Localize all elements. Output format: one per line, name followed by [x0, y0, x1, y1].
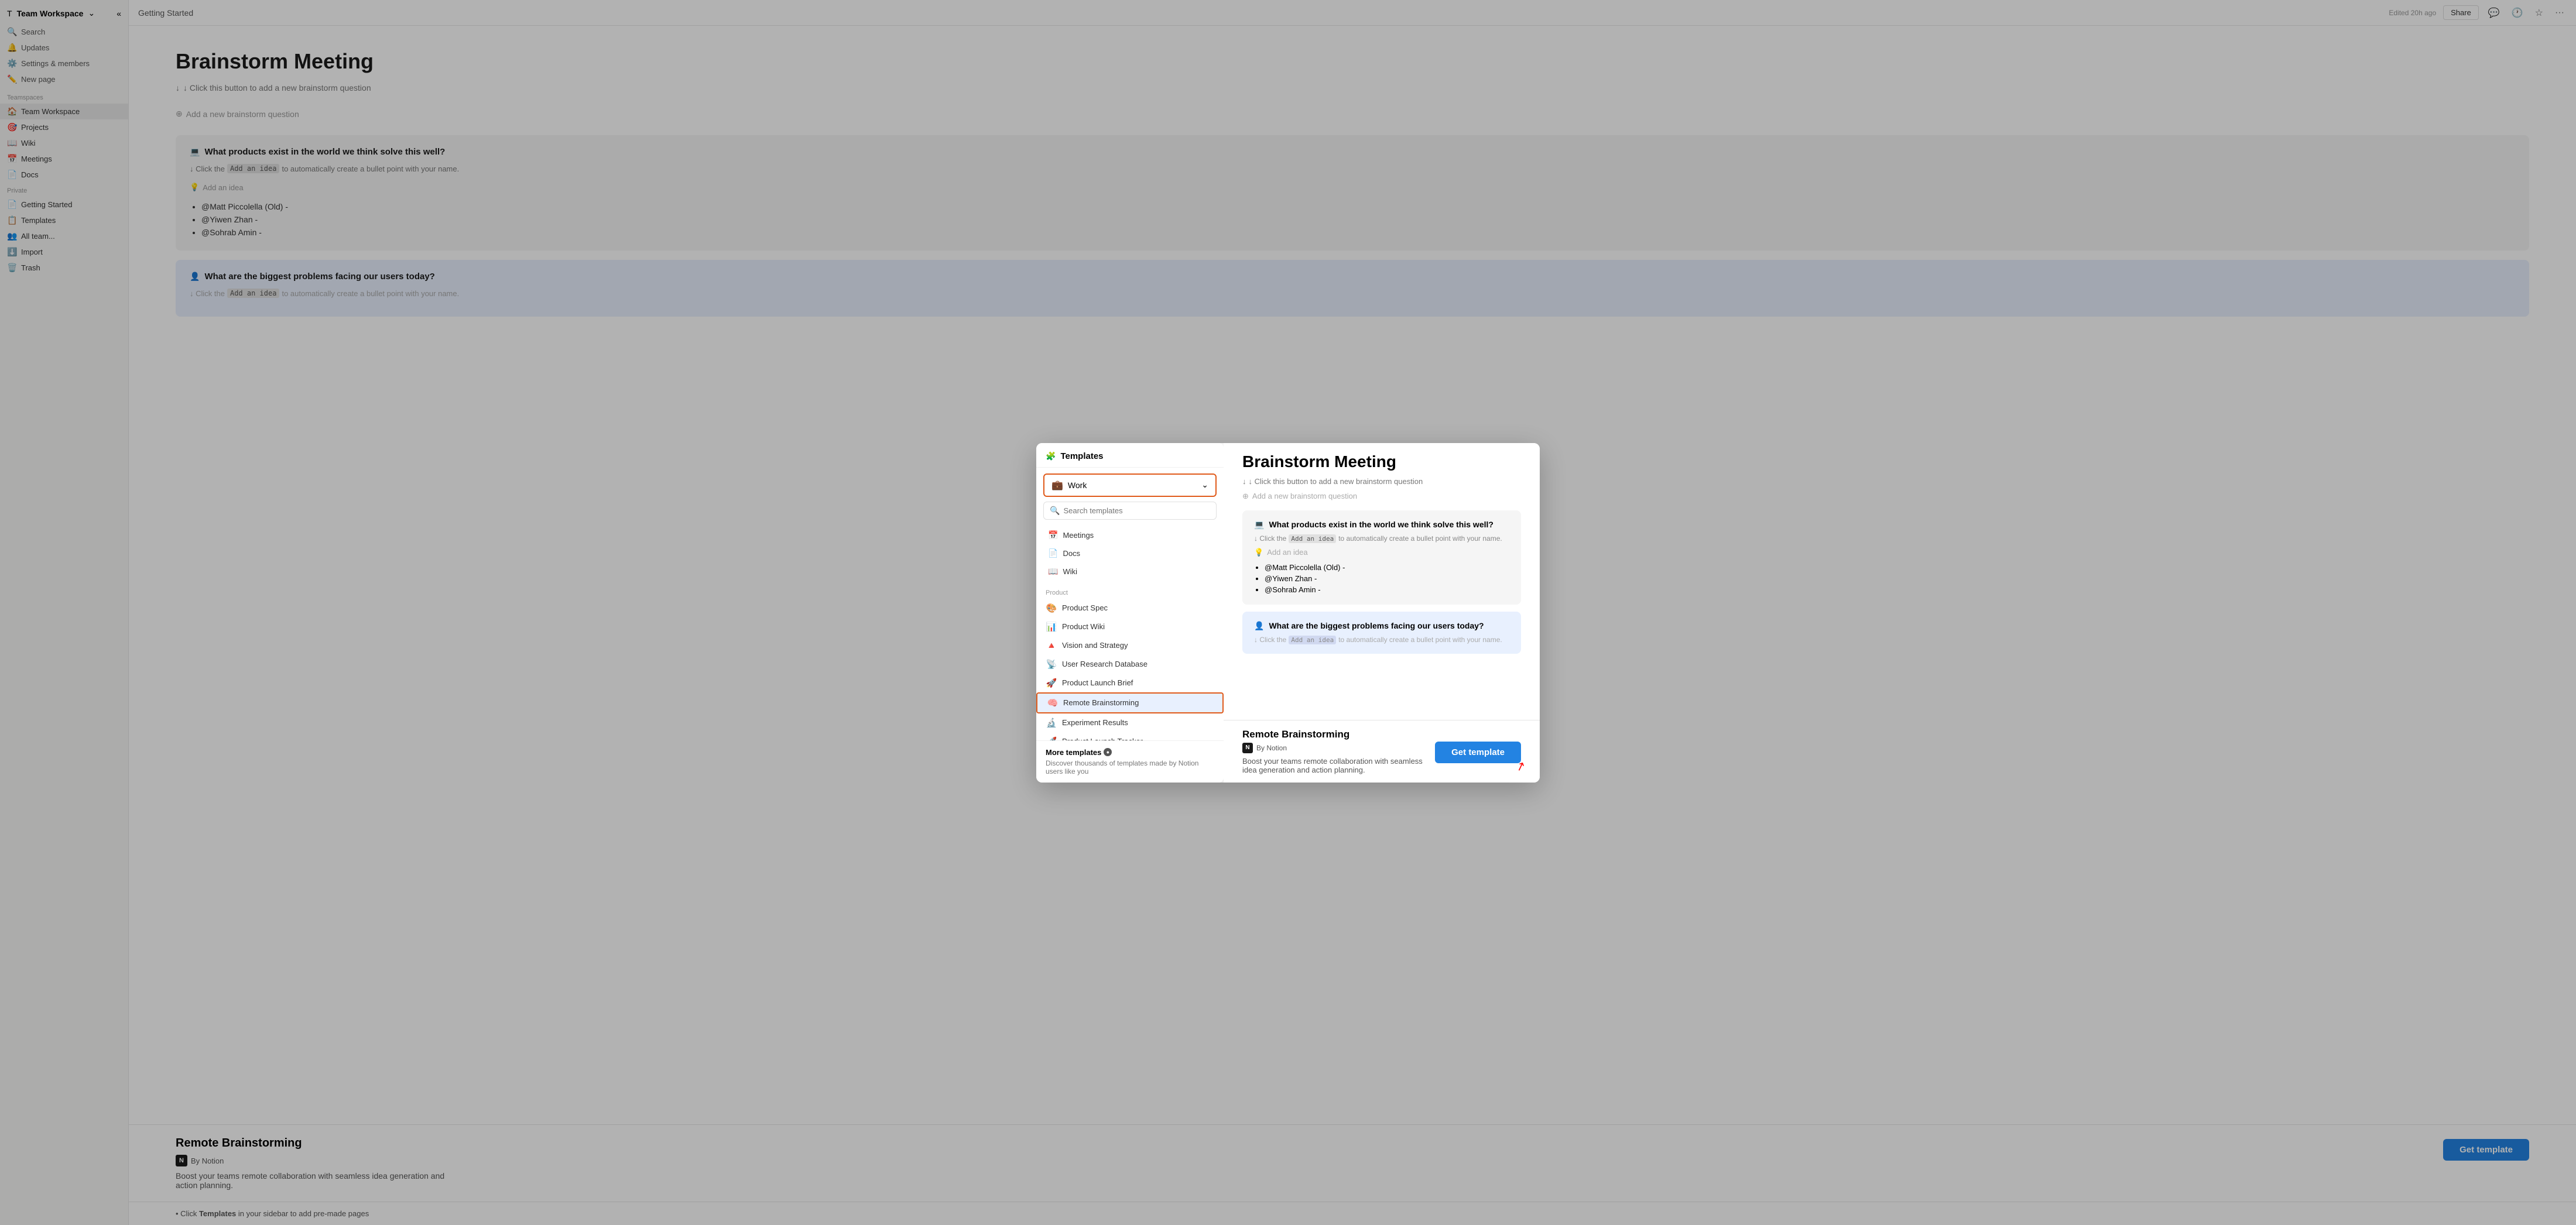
- template-item-user-research[interactable]: 📡 User Research Database: [1036, 655, 1224, 674]
- templates-panel: 🧩 Templates 💼 Work ⌄ 🔍 📅 Meeti: [1036, 443, 1224, 783]
- preview-template-name: Remote Brainstorming: [1242, 729, 1435, 740]
- preview-block-1-icon: 💻: [1254, 520, 1264, 530]
- more-templates-title: More templates ●: [1046, 748, 1214, 757]
- remote-brainstorming-icon: 🧠: [1047, 698, 1059, 708]
- search-bar: 🔍: [1043, 502, 1217, 520]
- template-item-remote-brainstorming[interactable]: 🧠 Remote Brainstorming: [1036, 692, 1224, 713]
- search-icon: 🔍: [1050, 506, 1060, 516]
- product-launch-brief-icon: 🚀: [1046, 678, 1057, 688]
- template-item-product-spec[interactable]: 🎨 Product Spec: [1036, 599, 1224, 617]
- preview-template-desc: Boost your teams remote collaboration wi…: [1242, 757, 1435, 774]
- preview-title: Brainstorm Meeting: [1242, 452, 1521, 471]
- templates-title-icon: 🧩: [1046, 451, 1056, 461]
- add-q-icon: ⊕: [1242, 492, 1249, 501]
- work-dropdown[interactable]: 💼 Work ⌄: [1043, 473, 1217, 497]
- preview-header: Brainstorm Meeting ↓ ↓ Click this button…: [1224, 443, 1540, 510]
- product-launch-tracker-icon: 🚀: [1046, 736, 1057, 740]
- preview-bulb-icon: 💡: [1254, 548, 1263, 557]
- template-item-product-wiki[interactable]: 📊 Product Wiki: [1036, 617, 1224, 636]
- templates-header: 🧩 Templates: [1036, 443, 1224, 468]
- product-spec-icon: 🎨: [1046, 603, 1057, 613]
- preview-hint-badge: Add an idea: [1289, 534, 1336, 543]
- get-template-button[interactable]: Get template: [1435, 742, 1521, 763]
- preview-bottom: Remote Brainstorming N By Notion Boost y…: [1224, 720, 1540, 783]
- docs-cat-icon: 📄: [1048, 548, 1058, 558]
- cursor-icon: ↗: [1513, 758, 1527, 775]
- preview-block-2: 👤 What are the biggest problems facing o…: [1242, 612, 1521, 654]
- template-item-vision-strategy[interactable]: 🔺 Vision and Strategy: [1036, 636, 1224, 655]
- preview-block-2-header: 👤 What are the biggest problems facing o…: [1254, 621, 1509, 631]
- more-templates-desc: Discover thousands of templates made by …: [1046, 759, 1214, 776]
- work-dropdown-left: 💼 Work: [1051, 479, 1087, 491]
- category-nav: 📅 Meetings 📄 Docs 📖 Wiki: [1036, 524, 1224, 585]
- list-item: @Matt Piccolella (Old) -: [1265, 562, 1509, 573]
- preview-block-2-hint: ↓ Click the Add an idea to automatically…: [1254, 636, 1509, 644]
- wiki-cat-icon: 📖: [1048, 567, 1058, 577]
- preview-block-2-icon: 👤: [1254, 621, 1264, 631]
- preview-add-question[interactable]: ⊕ Add a new brainstorm question: [1242, 492, 1521, 501]
- preview-block-1-header: 💻 What products exist in the world we th…: [1254, 520, 1509, 530]
- preview-block-1-hint: ↓ Click the Add an idea to automatically…: [1254, 534, 1509, 543]
- meetings-cat-icon: 📅: [1048, 530, 1058, 540]
- list-item: @Yiwen Zhan -: [1265, 573, 1509, 584]
- category-wiki[interactable]: 📖 Wiki: [1043, 563, 1217, 580]
- template-item-experiment-results[interactable]: 🔬 Experiment Results: [1036, 713, 1224, 732]
- template-list: Product 🎨 Product Spec 📊 Product Wiki 🔺 …: [1036, 585, 1224, 740]
- search-input[interactable]: [1063, 506, 1210, 515]
- user-research-icon: 📡: [1046, 659, 1057, 670]
- list-item: @Sohrab Amin -: [1265, 584, 1509, 595]
- modal-overlay: 🧩 Templates 💼 Work ⌄ 🔍 📅 Meeti: [0, 0, 2576, 1225]
- preview-add-idea-1[interactable]: 💡 Add an idea: [1254, 548, 1509, 557]
- template-item-product-launch-brief[interactable]: 🚀 Product Launch Brief: [1036, 674, 1224, 692]
- notion-logo-small: N: [1242, 743, 1253, 753]
- preview-hint: ↓ ↓ Click this button to add a new brain…: [1242, 477, 1521, 486]
- templates-modal: 🧩 Templates 💼 Work ⌄ 🔍 📅 Meeti: [1036, 443, 1540, 783]
- dropdown-chevron: ⌄: [1201, 480, 1208, 490]
- preview-block-1-title: What products exist in the world we thin…: [1269, 520, 1493, 529]
- work-icon: 💼: [1051, 479, 1063, 491]
- preview-block-1: 💻 What products exist in the world we th…: [1242, 510, 1521, 605]
- work-label: Work: [1068, 481, 1087, 490]
- product-section-label: Product: [1036, 585, 1224, 599]
- preview-hint-badge-2: Add an idea: [1289, 636, 1336, 644]
- more-templates-badge: ●: [1104, 748, 1112, 756]
- template-item-product-launch-tracker[interactable]: 🚀 Product Launch Tracker: [1036, 732, 1224, 740]
- product-wiki-icon: 📊: [1046, 622, 1057, 632]
- template-preview: Brainstorm Meeting ↓ ↓ Click this button…: [1224, 443, 1540, 783]
- preview-blocks: 💻 What products exist in the world we th…: [1224, 510, 1540, 720]
- templates-title: Templates: [1060, 451, 1103, 461]
- preview-bullet-list-1: @Matt Piccolella (Old) - @Yiwen Zhan - @…: [1254, 562, 1509, 595]
- experiment-results-icon: 🔬: [1046, 718, 1057, 728]
- category-docs[interactable]: 📄 Docs: [1043, 545, 1217, 562]
- preview-by-notion: N By Notion: [1242, 743, 1435, 753]
- more-templates-section: More templates ● Discover thousands of t…: [1036, 740, 1224, 783]
- category-meetings[interactable]: 📅 Meetings: [1043, 527, 1217, 544]
- get-template-container: Get template ↗: [1435, 739, 1521, 763]
- vision-strategy-icon: 🔺: [1046, 640, 1057, 651]
- preview-block-2-title: What are the biggest problems facing our…: [1269, 621, 1484, 630]
- preview-template-info: Remote Brainstorming N By Notion Boost y…: [1242, 729, 1435, 774]
